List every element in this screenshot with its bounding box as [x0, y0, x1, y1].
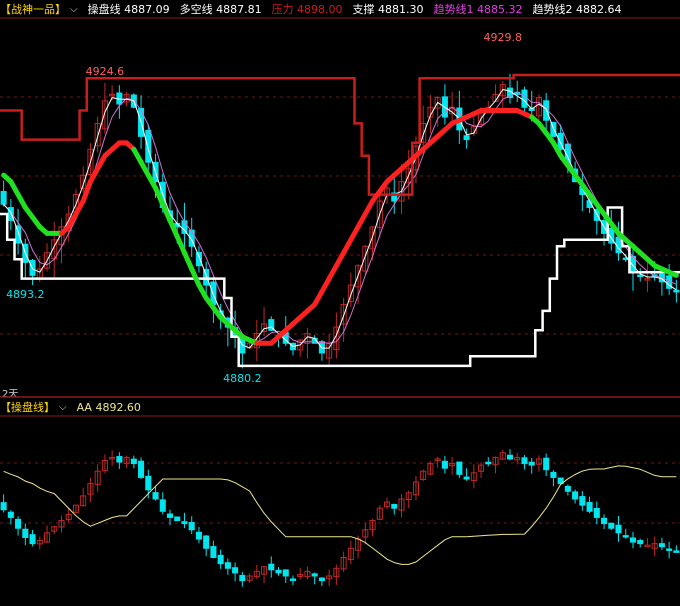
bottom-candle-18: [130, 458, 137, 465]
bottom-candle-43: [311, 573, 318, 577]
bottom-candle-91: [658, 543, 665, 548]
bottom-candle-86: [622, 535, 629, 538]
main-candle-20: [145, 129, 152, 163]
bottom-candle-19: [138, 460, 145, 478]
bottom-candle-33: [239, 574, 246, 582]
bottom-candle-79: [572, 491, 579, 500]
bottom-candle-20: [145, 475, 152, 491]
chart-canvas[interactable]: 4924.6 4929.8 4893.2 4880.2: [0, 0, 680, 606]
bottom-candle-63: [456, 461, 463, 475]
bottom-candle-82: [593, 507, 600, 518]
trend-segment-24: [174, 234, 187, 256]
bottom-candle-23: [166, 513, 174, 518]
bottom-candle-84: [608, 522, 615, 529]
bottom-candle-4: [29, 534, 36, 545]
bottom-candle-2: [15, 518, 22, 529]
bottom-candle-30: [217, 554, 224, 565]
trend-segment-92: [666, 269, 679, 278]
price-annotation-0: 4924.6: [86, 65, 125, 78]
bottom-candle-89: [644, 544, 651, 548]
main-candle-64: [463, 135, 470, 141]
bottom-candle-22: [159, 499, 166, 512]
bottom-candle-92: [666, 548, 673, 551]
main-candle-72: [521, 89, 528, 108]
bottom-candle-81: [586, 501, 593, 512]
bottom-candle-37: [268, 563, 275, 571]
bottom-candle-75: [543, 457, 550, 471]
bottom-candle-3: [22, 528, 29, 538]
bottom-candle-26: [188, 522, 195, 531]
bottom-candle-67: [485, 461, 492, 465]
bottom-candle-0: [0, 502, 7, 511]
bottom-candle-87: [629, 537, 637, 543]
bottom-candle-76: [550, 471, 557, 478]
bottom-candle-78: [564, 485, 571, 492]
bottom-candle-54: [391, 503, 398, 509]
main-candle-27: [195, 251, 202, 267]
bottom-candle-27: [195, 531, 202, 540]
bottom-candle-44: [318, 577, 325, 582]
bottom-candle-24: [174, 516, 181, 522]
trend-segment-26: [189, 266, 202, 288]
bottom-candle-72: [521, 457, 528, 465]
bottom-candle-16: [116, 456, 123, 463]
price-annotation-1: 4929.8: [484, 31, 523, 44]
bottom-candle-64: [463, 476, 470, 480]
bottom-candle-21: [152, 492, 159, 500]
bottom-candle-61: [441, 460, 448, 469]
bottom-candle-1: [7, 511, 14, 518]
trend-segment-11: [80, 179, 93, 204]
bottom-candle-32: [232, 567, 239, 574]
bottom-candle-31: [224, 562, 231, 569]
bottom-candle-28: [203, 535, 210, 549]
bottom-candle-70: [506, 454, 514, 460]
bottom-candle-80: [579, 496, 586, 506]
bottom-candle-73: [528, 461, 535, 466]
main-candle-2: [15, 225, 22, 244]
main-candle-0: [0, 190, 7, 205]
aa-line: [3, 465, 677, 565]
main-candle-29: [210, 281, 217, 305]
bottom-candle-38: [275, 569, 282, 574]
main-candle-93: [673, 289, 680, 293]
bottom-candle-85: [615, 524, 622, 534]
support-line: [0, 206, 680, 368]
price-annotation-2: 4893.2: [6, 288, 45, 301]
bottom-candle-40: [289, 578, 297, 581]
bottom-candle-25: [181, 521, 188, 525]
bottom-candle-93: [673, 550, 680, 553]
bottom-candle-39: [282, 569, 289, 577]
price-annotation-3: 4880.2: [223, 372, 262, 385]
bottom-candle-83: [601, 517, 608, 525]
bottom-candle-29: [210, 546, 217, 558]
main-candle-88: [637, 274, 644, 278]
bottom-candle-88: [637, 540, 644, 545]
trend-segment-22: [160, 201, 173, 223]
